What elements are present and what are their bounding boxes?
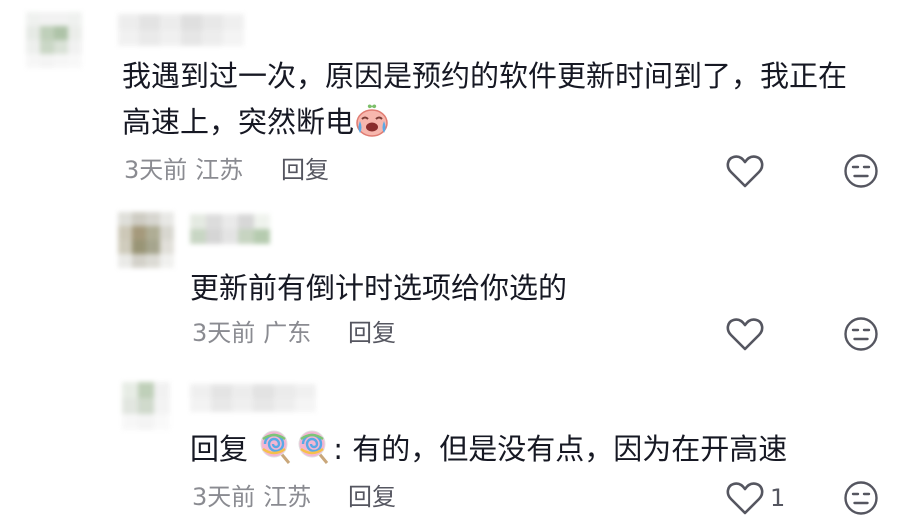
reply-button[interactable]: 回复 [348, 318, 396, 348]
meh-face-icon [844, 481, 878, 515]
comment-text: 我遇到过一次，原因是预约的软件更新时间到了，我正在 [122, 54, 847, 98]
lollipop-emoji[interactable] [257, 427, 333, 477]
comment-time: 3天前 [124, 156, 188, 184]
avatar[interactable] [26, 12, 82, 68]
reply-text: 回复 : 有的，但是没有点，因为在开高速 [190, 427, 787, 477]
comment-text-line: 高速上，突然断电 [122, 105, 355, 139]
comment-text: 高速上，突然断电 [122, 100, 390, 150]
reply-button[interactable]: 回复 [281, 155, 329, 185]
reply-text: 更新前有倒计时选项给你选的 [190, 271, 568, 305]
comment-meta: 3天前 江苏 [124, 155, 243, 185]
reply-prefix: 回复 [190, 432, 249, 466]
reply-meta: 3天前 江苏 [192, 482, 311, 512]
crying-face-emoji [354, 104, 390, 150]
reply-location: 江苏 [263, 483, 312, 511]
avatar[interactable] [122, 382, 170, 430]
dislike-button[interactable] [843, 316, 879, 356]
heart-outline-icon [726, 482, 764, 515]
reply-time: 3天前 [192, 319, 256, 347]
reply-time: 3天前 [192, 483, 256, 511]
comment-location: 江苏 [195, 156, 244, 184]
reply-body: : 有的，但是没有点，因为在开高速 [333, 432, 788, 466]
meh-face-icon [844, 317, 878, 351]
dislike-button[interactable] [843, 480, 879, 520]
like-button[interactable] [725, 153, 765, 193]
meh-face-icon [844, 154, 878, 188]
like-button[interactable] [725, 480, 765, 520]
heart-outline-icon [726, 155, 764, 188]
comment-thread: 我遇到过一次，原因是预约的软件更新时间到了，我正在 高速上，突然断电 3天前 江苏… [0, 0, 916, 530]
heart-outline-icon [726, 318, 764, 351]
comment-text-line: 我遇到过一次，原因是预约的软件更新时间到了，我正在 [122, 59, 848, 93]
like-button[interactable] [725, 316, 765, 356]
username[interactable] [190, 384, 316, 412]
username[interactable] [118, 14, 244, 46]
dislike-button[interactable] [843, 153, 879, 193]
reply-meta: 3天前 广东 [192, 318, 311, 348]
avatar[interactable] [118, 212, 174, 268]
like-count: 1 [770, 484, 786, 512]
username[interactable] [190, 214, 270, 244]
reply-location: 广东 [263, 319, 312, 347]
reply-button[interactable]: 回复 [348, 482, 396, 512]
